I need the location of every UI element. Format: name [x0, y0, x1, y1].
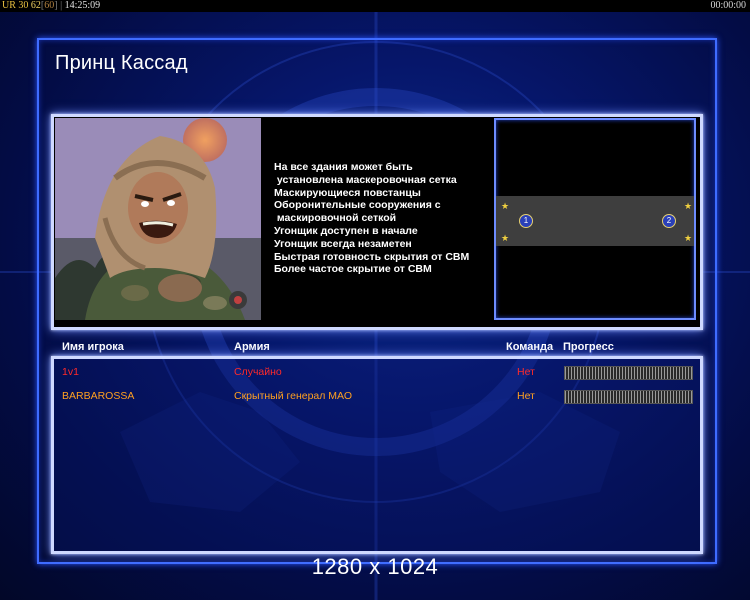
feature-item: Маскирующиеся повстанцы	[274, 186, 421, 199]
feature-item: маскировочной сеткой	[274, 212, 397, 225]
start-position-1[interactable]: 1	[519, 214, 533, 228]
feature-item: Быстрая готовность скрытия от СВМ	[274, 250, 470, 263]
player-row: BARBAROSSA Скрытный генерал МАО Нет	[0, 390, 750, 404]
game-timer: 00:00:00	[710, 0, 746, 11]
feature-item: Оборонительные сооружения с	[274, 199, 441, 212]
player-team: Нет	[517, 390, 535, 402]
player-name: BARBAROSSA	[62, 390, 135, 402]
map-preview[interactable]: ★ ★ ★ ★ 1 2	[494, 118, 696, 320]
general-title: Принц Кассад	[55, 52, 188, 74]
general-portrait	[55, 118, 261, 320]
stats-readout: UR 30 62[60] | 14:25:09	[2, 0, 100, 11]
column-header-team: Команда	[506, 341, 554, 353]
player-list-panel	[51, 356, 703, 554]
ur-label: UR	[2, 0, 16, 11]
stat-separator-close: ]	[54, 0, 58, 11]
stat-divider: |	[60, 0, 63, 11]
clock: 14:25:09	[64, 0, 101, 11]
star-icon: ★	[684, 201, 693, 211]
portrait-image	[55, 118, 261, 320]
status-bar: UR 30 62[60] | 14:25:09 00:00:00	[0, 0, 750, 12]
feature-item: Угонщик доступен в начале	[274, 224, 418, 237]
column-header-player: Имя игрока	[62, 341, 124, 353]
star-icon: ★	[501, 233, 510, 243]
player-team: Нет	[517, 366, 535, 378]
player-name: 1v1	[62, 366, 79, 378]
player-progress-bar	[564, 390, 693, 404]
column-header-progress: Прогресс	[563, 341, 614, 353]
feature-item: установлена маскеровочная сетка	[274, 173, 457, 186]
feature-item: Более частое скрытие от СВМ	[274, 263, 432, 276]
resolution-label: 1280 x 1024	[311, 554, 439, 579]
start-position-2[interactable]: 2	[662, 214, 676, 228]
stat-a: 30	[18, 0, 29, 11]
stat-b: 62	[30, 0, 41, 11]
stat-c: 60	[44, 0, 55, 11]
star-icon: ★	[684, 233, 693, 243]
star-icon: ★	[501, 201, 510, 211]
player-army: Случайно	[234, 366, 282, 378]
feature-item: Угонщик всегда незаметен	[274, 237, 412, 250]
feature-item: На все здания может быть	[274, 161, 413, 173]
player-row: 1v1 Случайно Нет	[0, 366, 750, 380]
faction-features-list: На все здания может быть установлена мас…	[274, 161, 494, 276]
player-army: Скрытный генерал МАО	[234, 390, 352, 402]
player-progress-bar	[564, 366, 693, 380]
column-header-army: Армия	[234, 341, 270, 353]
